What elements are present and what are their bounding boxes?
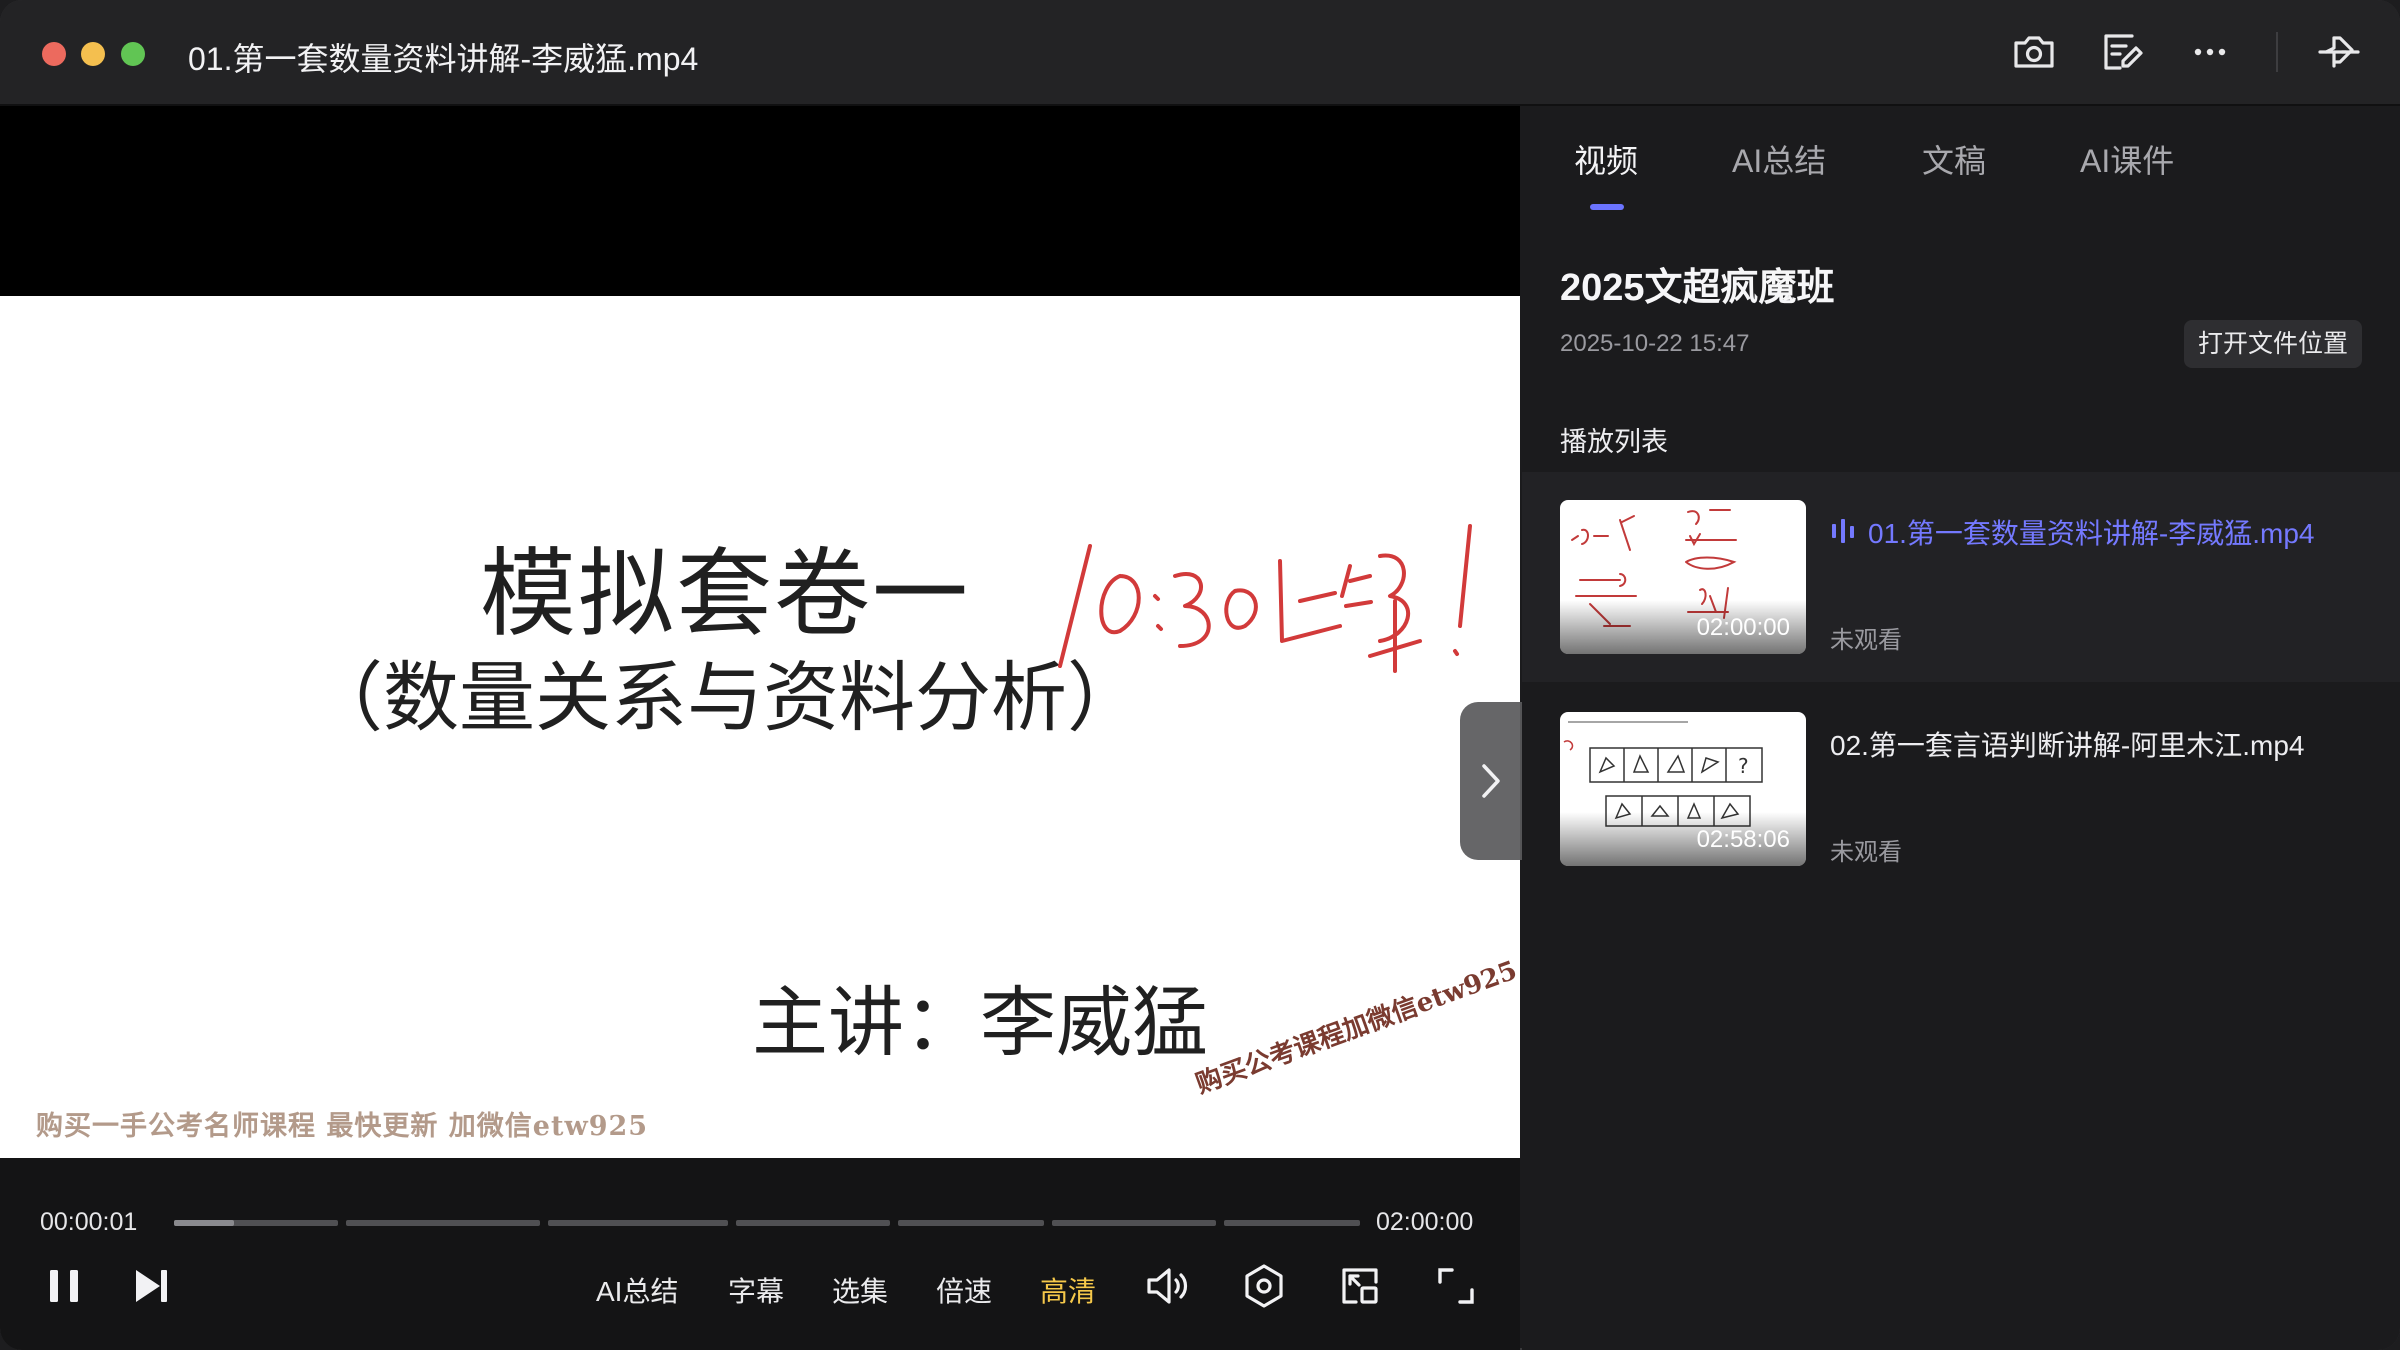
speed-button[interactable]: 倍速 (936, 1270, 992, 1310)
ai-summary-button[interactable]: AI总结 (596, 1270, 678, 1310)
slide-watermark-right: 购买公考课程加微信etw925 (1192, 955, 1522, 1100)
thumbnail-duration: 02:00:00 (1696, 614, 1790, 641)
tab-ai-summary[interactable]: AI总结 (1732, 136, 1826, 182)
watch-status: 未观看 (1830, 839, 1902, 866)
panel-toggle-button[interactable] (1460, 702, 1522, 860)
chevron-right-icon (1482, 764, 1500, 798)
now-playing-icon (1832, 519, 1854, 543)
zoom-window-button[interactable] (121, 42, 145, 66)
more-icon[interactable] (2184, 26, 2236, 78)
subtitles-button[interactable]: 字幕 (728, 1270, 784, 1310)
video-viewport[interactable]: 模拟套卷一 （数量关系与资料分析） 主讲：李威猛 购买一手公考名师课程 最快更新… (0, 106, 1522, 1158)
current-time: 00:00:01 (40, 1208, 138, 1236)
pause-icon[interactable] (46, 1266, 82, 1306)
close-window-button[interactable] (42, 42, 66, 66)
video-thumbnail: 02:00:00 (1560, 500, 1806, 654)
slide-watermark-left: 购买一手公考名师课程 最快更新 加微信etw925 (36, 1111, 649, 1142)
tab-ai-courseware[interactable]: AI课件 (2080, 136, 2174, 182)
video-frame-slide: 模拟套卷一 （数量关系与资料分析） 主讲：李威猛 购买一手公考名师课程 最快更新… (0, 296, 1522, 1158)
fullscreen-icon[interactable] (1432, 1262, 1480, 1310)
settings-icon[interactable] (1240, 1262, 1288, 1310)
playlist-item-title: 02.第一套言语判断讲解-阿里木江.mp4 (1830, 730, 2305, 761)
course-date: 2025-10-22 15:47 (1560, 330, 1750, 357)
quality-button[interactable]: 高清 (1040, 1270, 1096, 1310)
active-tab-indicator (1590, 204, 1624, 210)
playback-controls: 00:00:01 02:00:00 AI总结 字幕 选集 倍速 高清 (0, 1158, 1520, 1350)
titlebar-divider (2276, 32, 2278, 72)
video-thumbnail: ? 02:58:06 (1560, 712, 1806, 866)
playlist-item[interactable]: 02:00:00 01.第一套数量资料讲解-李威猛.mp4 未观看 (1522, 472, 2400, 682)
edit-note-icon[interactable] (2096, 26, 2148, 78)
tab-video[interactable]: 视频 (1574, 136, 1638, 182)
playlist-item[interactable]: ? 02:58:06 02.第一套言语判断讲解-阿里木江.mp4 未观看 (1522, 684, 2400, 894)
episodes-button[interactable]: 选集 (832, 1270, 888, 1310)
slide-lecturer: 主讲：李威猛 (752, 978, 1208, 1067)
course-title: 2025文超疯魔班 (1560, 267, 1835, 309)
volume-icon[interactable] (1144, 1262, 1192, 1310)
thumbnail-duration: 02:58:06 (1696, 826, 1790, 853)
window-title: 01.第一套数量资料讲解-李威猛.mp4 (188, 41, 699, 77)
handwritten-annotation (1058, 524, 1472, 673)
playlist-heading: 播放列表 (1560, 427, 1668, 457)
playlist-item-title: 01.第一套数量资料讲解-李威猛.mp4 (1868, 518, 2315, 549)
open-file-location-button[interactable]: 打开文件位置 (2184, 320, 2362, 368)
next-episode-icon[interactable] (132, 1266, 172, 1306)
minimize-window-button[interactable] (81, 42, 105, 66)
pin-window-icon[interactable] (2312, 26, 2364, 78)
svg-text:?: ? (1738, 754, 1749, 778)
progress-played (174, 1220, 234, 1226)
player-window: 01.第一套数量资料讲解-李威猛.mp4 模拟套卷一 （数量关系与资料分析） 主… (0, 0, 2400, 1350)
duration-time: 02:00:00 (1376, 1208, 1474, 1236)
side-panel: 视频 AI总结 文稿 AI课件 2025文超疯魔班 2025-10-22 15:… (1522, 106, 2400, 1350)
title-bar: 01.第一套数量资料讲解-李威猛.mp4 (0, 0, 2400, 106)
picture-in-picture-icon[interactable] (1336, 1262, 1384, 1310)
watch-status: 未观看 (1830, 627, 1902, 654)
camera-icon[interactable] (2008, 26, 2060, 78)
progress-bar[interactable] (174, 1220, 1360, 1226)
tab-transcript[interactable]: 文稿 (1922, 136, 1986, 182)
